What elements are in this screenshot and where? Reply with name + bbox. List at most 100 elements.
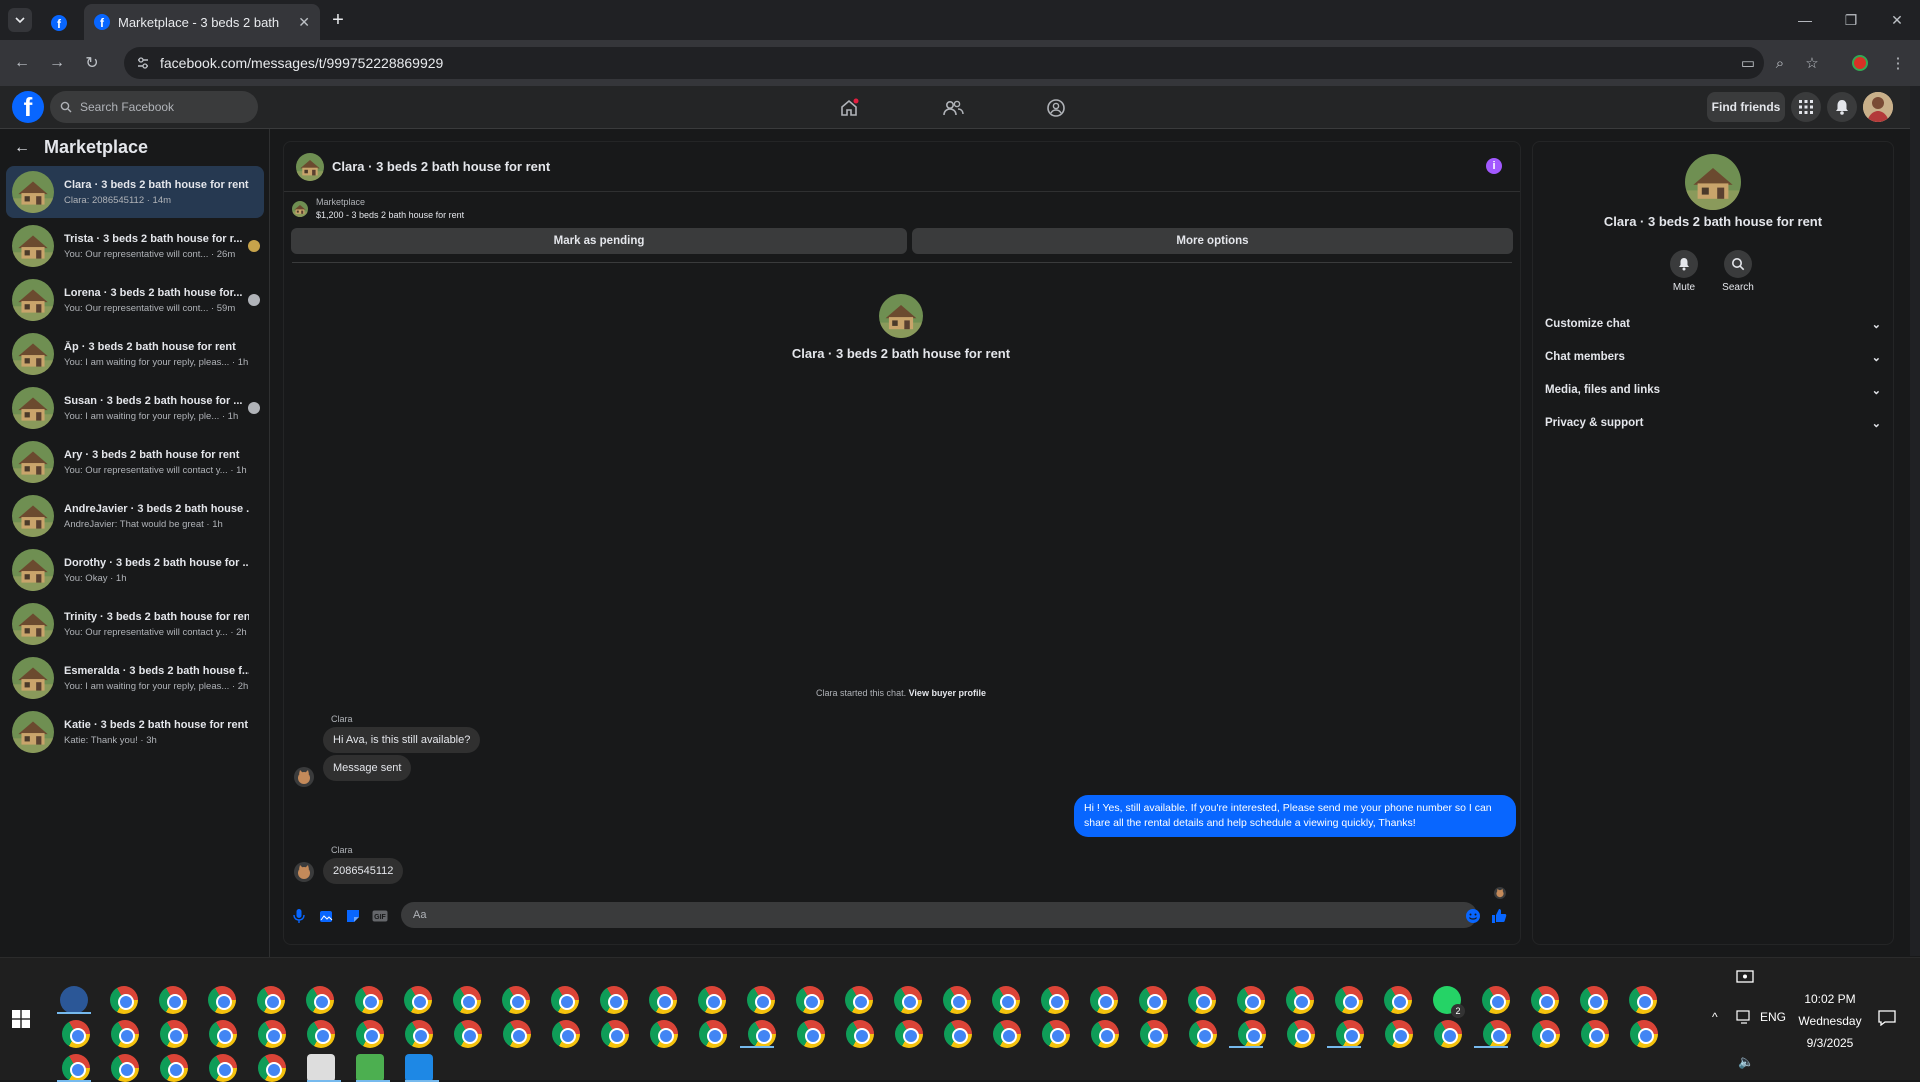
chrome-icon[interactable]	[1238, 1020, 1266, 1048]
conversation-item[interactable]: Dorothy · 3 beds 2 bath house for ... You…	[6, 544, 264, 596]
page-scrollbar[interactable]	[1910, 86, 1920, 956]
chrome-icon[interactable]	[650, 1020, 678, 1048]
media-files-links-row[interactable]: Media, files and links ⌄	[1545, 376, 1881, 404]
chrome-icon[interactable]	[845, 986, 873, 1014]
chrome-icon[interactable]	[502, 986, 530, 1014]
restore-button[interactable]: ❐	[1828, 0, 1874, 40]
chrome-icon[interactable]	[1580, 986, 1608, 1014]
sticker-icon[interactable]	[344, 907, 362, 925]
whatsapp-icon[interactable]: 2	[1433, 986, 1465, 1018]
show-hidden-icons-chevron-icon[interactable]: ^	[1712, 1010, 1718, 1024]
chrome-icon[interactable]	[111, 1020, 139, 1048]
search-conversation-button[interactable]: Search	[1713, 250, 1763, 293]
chrome-icon[interactable]	[1434, 1020, 1462, 1048]
chrome-icon[interactable]	[1140, 1020, 1168, 1048]
chrome-icon[interactable]	[1385, 1020, 1413, 1048]
active-tab[interactable]: f Marketplace - 3 beds 2 bath ho ✕	[84, 4, 320, 40]
network-icon[interactable]	[1736, 1010, 1752, 1024]
chrome-icon[interactable]	[894, 986, 922, 1014]
mark-as-pending-button[interactable]: Mark as pending	[291, 228, 907, 254]
chrome-icon[interactable]	[503, 1020, 531, 1048]
groups-nav-icon[interactable]	[1042, 94, 1070, 122]
chrome-icon[interactable]	[258, 1020, 286, 1048]
input-language[interactable]: ENG	[1760, 1010, 1786, 1024]
chrome-icon[interactable]	[62, 1020, 90, 1048]
chrome-icon[interactable]	[1483, 1020, 1511, 1048]
chrome-icon[interactable]	[1041, 986, 1069, 1014]
microphone-icon[interactable]	[290, 907, 308, 925]
chrome-icon[interactable]	[209, 1054, 237, 1082]
notepad-app-icon[interactable]	[356, 1054, 384, 1082]
chrome-icon[interactable]	[453, 986, 481, 1014]
chrome-icon[interactable]	[306, 986, 334, 1014]
tab-list-button[interactable]	[8, 8, 32, 32]
chrome-icon[interactable]	[111, 1054, 139, 1082]
chrome-icon[interactable]	[1139, 986, 1167, 1014]
mute-button[interactable]: Mute	[1659, 250, 1709, 293]
customize-chat-row[interactable]: Customize chat ⌄	[1545, 310, 1881, 338]
omnibox[interactable]: facebook.com/messages/t/999752228869929	[124, 47, 1764, 79]
chrome-icon[interactable]	[600, 986, 628, 1014]
tray-screen-icon[interactable]	[1736, 970, 1754, 986]
facebook-logo[interactable]: f	[12, 91, 44, 123]
chrome-icon[interactable]	[846, 1020, 874, 1048]
conversation-item[interactable]: Trinity · 3 beds 2 bath house for rent Yo…	[6, 598, 264, 650]
chrome-icon[interactable]	[159, 986, 187, 1014]
conversation-item[interactable]: Clara · 3 beds 2 bath house for rent Clar…	[6, 166, 264, 218]
pinned-tab-facebook[interactable]: f	[40, 6, 78, 40]
chat-members-row[interactable]: Chat members ⌄	[1545, 343, 1881, 371]
chrome-icon[interactable]	[1287, 1020, 1315, 1048]
chrome-icon[interactable]	[748, 1020, 776, 1048]
find-friends-button[interactable]: Find friends	[1707, 92, 1785, 122]
chrome-icon[interactable]	[1531, 986, 1559, 1014]
outgoing-message[interactable]: Hi ! Yes, still available. If you're int…	[1074, 795, 1516, 837]
chat-avatar[interactable]	[296, 152, 324, 181]
chrome-icon[interactable]	[160, 1054, 188, 1082]
chrome-icon[interactable]	[62, 1054, 90, 1082]
system-clock[interactable]: 10:02 PM Wednesday 9/3/2025	[1790, 988, 1870, 1054]
chrome-icon[interactable]	[1090, 986, 1118, 1014]
chrome-icon[interactable]	[1581, 1020, 1609, 1048]
back-button[interactable]: ←	[10, 51, 34, 75]
chrome-icon[interactable]	[110, 986, 138, 1014]
facebook-search-input[interactable]: Search Facebook	[50, 91, 258, 123]
chrome-icon[interactable]	[747, 986, 775, 1014]
info-icon[interactable]: i	[1486, 158, 1502, 174]
privacy-support-row[interactable]: Privacy & support ⌄	[1545, 409, 1881, 437]
chrome-icon[interactable]	[943, 986, 971, 1014]
forward-button[interactable]: →	[45, 51, 69, 75]
chrome-icon[interactable]	[258, 1054, 286, 1082]
back-arrow-icon[interactable]: ←	[14, 139, 30, 157]
chrome-icon[interactable]	[1188, 986, 1216, 1014]
thumbs-up-icon[interactable]	[1490, 907, 1508, 925]
emoji-icon[interactable]	[1464, 907, 1482, 925]
zoom-icon[interactable]: ⌕	[1768, 51, 1792, 75]
conversation-item[interactable]: Ary · 3 beds 2 bath house for rent You: O…	[6, 436, 264, 488]
keyboard-app-icon[interactable]	[405, 1054, 433, 1082]
chrome-icon[interactable]	[944, 1020, 972, 1048]
chrome-icon[interactable]	[404, 986, 432, 1014]
photo-icon[interactable]	[317, 907, 335, 925]
chrome-icon[interactable]	[993, 1020, 1021, 1048]
new-tab-button[interactable]: +	[326, 8, 350, 32]
incoming-message[interactable]: 2086545112	[323, 858, 404, 884]
install-app-icon[interactable]: ▭	[1736, 51, 1760, 75]
menu-grid-icon[interactable]	[1791, 92, 1821, 122]
pinned-app-icon[interactable]	[60, 986, 88, 1014]
chrome-icon[interactable]	[551, 986, 579, 1014]
chrome-icon[interactable]	[1630, 1020, 1658, 1048]
conversation-item[interactable]: Lorena · 3 beds 2 bath house for... You: …	[6, 274, 264, 326]
notification-center-icon[interactable]	[1878, 1010, 1896, 1026]
chrome-icon[interactable]	[208, 986, 236, 1014]
profile-icon[interactable]	[1848, 51, 1872, 75]
chrome-icon[interactable]	[797, 1020, 825, 1048]
view-buyer-profile-link[interactable]: View buyer profile	[909, 688, 986, 698]
volume-icon[interactable]: 🔈	[1738, 1054, 1754, 1070]
friends-nav-icon[interactable]	[939, 94, 967, 122]
conversation-item[interactable]: Katie · 3 beds 2 bath house for rent Kati…	[6, 706, 264, 758]
tab-close-icon[interactable]: ✕	[298, 14, 310, 31]
chrome-icon[interactable]	[1286, 986, 1314, 1014]
home-nav-icon[interactable]	[835, 94, 863, 122]
chrome-icon[interactable]	[307, 1020, 335, 1048]
account-avatar[interactable]	[1863, 92, 1893, 122]
